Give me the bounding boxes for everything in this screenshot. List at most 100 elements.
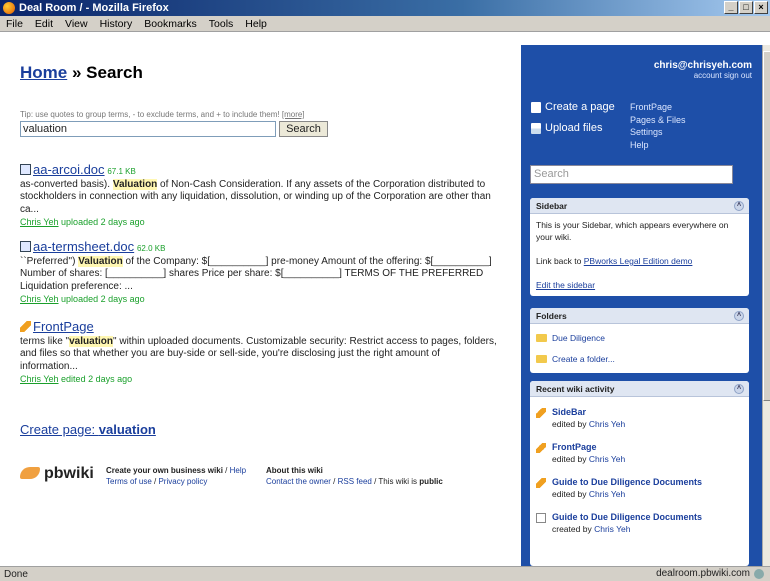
sidebar-actions: Create a page Upload files (531, 101, 615, 143)
edited-page-icon (536, 478, 546, 488)
snippet-highlight: Valuation (112, 178, 158, 190)
contact-owner-link[interactable]: Contact the owner (266, 477, 331, 486)
activity-title-link[interactable]: SideBar (552, 406, 625, 418)
result-snippet: ``Preferred'') Valuation of the Company:… (20, 255, 500, 294)
create-page-button[interactable]: Create a page (531, 101, 615, 113)
menu-view[interactable]: View (65, 18, 88, 30)
minimize-button[interactable]: _ (724, 1, 738, 14)
edited-page-icon (536, 408, 546, 418)
folders-panel: Folders ˄ Due Diligence Create a folder.… (530, 308, 749, 373)
activity-title-link[interactable]: Guide to Due Diligence Documents (552, 511, 702, 523)
nav-pages-files-link[interactable]: Pages & Files (630, 114, 686, 127)
search-result: FrontPage terms like "valuation" within … (20, 319, 500, 386)
search-result: aa-arcoi.doc 67.1 KB as-converted basis)… (20, 162, 500, 229)
result-size: 62.0 KB (136, 244, 166, 253)
snippet-text: terms like " (20, 335, 70, 347)
result-title-link[interactable]: aa-arcoi.doc (33, 162, 105, 177)
window-titlebar: Deal Room / - Mozilla Firefox _ □ × (0, 0, 770, 16)
about-wiki-heading: About this wiki (266, 466, 323, 475)
create-wiki-link[interactable]: Create your own business wiki (106, 466, 223, 475)
sidebar-search-input[interactable]: Search (530, 165, 733, 184)
firefox-icon (3, 2, 15, 14)
terms-link[interactable]: Terms of use (106, 477, 152, 486)
edit-sidebar-link[interactable]: Edit the sidebar (536, 280, 595, 290)
result-author-link[interactable]: Chris Yeh (20, 217, 59, 227)
word-doc-icon (20, 164, 31, 175)
close-button[interactable]: × (754, 1, 768, 14)
nav-settings-link[interactable]: Settings (630, 126, 686, 139)
help-link[interactable]: Help (230, 466, 246, 475)
panel-title: Folders (536, 311, 567, 321)
result-snippet: terms like "valuation" within uploaded d… (20, 335, 500, 374)
pbwiki-leaf-icon (20, 467, 40, 479)
activity-author-link[interactable]: Chris Yeh (589, 454, 625, 464)
maximize-button[interactable]: □ (739, 1, 753, 14)
vertical-scrollbar[interactable] (762, 45, 770, 566)
result-title-link[interactable]: aa-termsheet.doc (33, 239, 134, 254)
sidebar-nav: FrontPage Pages & Files Settings Help (630, 101, 686, 151)
result-author-link[interactable]: Chris Yeh (20, 374, 59, 384)
panel-title: Recent wiki activity (536, 384, 615, 394)
collapse-icon[interactable]: ˄ (734, 201, 744, 211)
sidebar-link-prefix: Link back to (536, 256, 584, 266)
create-folder-link[interactable]: Create a folder... (552, 354, 615, 364)
nav-frontpage-link[interactable]: FrontPage (630, 101, 686, 114)
activity-author-link[interactable]: Chris Yeh (589, 489, 625, 499)
folder-icon (536, 334, 547, 342)
snippet-highlight: Valuation (78, 255, 123, 267)
search-tip-more-link[interactable]: [more] (282, 110, 305, 119)
privacy-link[interactable]: Privacy policy (158, 477, 207, 486)
search-input[interactable]: valuation (20, 121, 276, 137)
menu-help[interactable]: Help (245, 18, 267, 30)
create-page-term: valuation (98, 422, 156, 437)
wiki-visibility-value: public (419, 477, 443, 486)
wiki-page-icon (20, 321, 31, 332)
activity-verb: edited by (552, 454, 587, 464)
account-link[interactable]: account (694, 71, 722, 80)
menu-history[interactable]: History (100, 18, 133, 30)
sign-out-link[interactable]: sign out (724, 71, 752, 80)
breadcrumb-home-link[interactable]: Home (20, 63, 67, 82)
upload-files-button[interactable]: Upload files (531, 122, 615, 134)
edited-page-icon (536, 443, 546, 453)
menu-bookmarks[interactable]: Bookmarks (144, 18, 197, 30)
collapse-icon[interactable]: ˄ (734, 311, 744, 321)
result-title-link[interactable]: FrontPage (33, 319, 94, 334)
page-content: Home » Search Tip: use quotes to group t… (0, 33, 762, 566)
result-author-link[interactable]: Chris Yeh (20, 294, 59, 304)
search-button[interactable]: Search (279, 121, 328, 137)
upload-icon (531, 122, 541, 134)
activity-title-link[interactable]: Guide to Due Diligence Documents (552, 476, 702, 488)
pbwiki-logo[interactable]: pbwiki (20, 465, 94, 481)
search-tip: Tip: use quotes to group terms, - to exc… (20, 110, 305, 119)
menu-edit[interactable]: Edit (35, 18, 53, 30)
create-page-link[interactable]: Create page: valuation (20, 422, 156, 437)
result-action: edited 2 days ago (61, 374, 133, 384)
collapse-icon[interactable]: ˄ (734, 384, 744, 394)
search-form: valuation Search (20, 121, 328, 137)
create-wiki-text: Create your own business wiki (106, 466, 223, 475)
panel-title: Sidebar (536, 201, 568, 211)
panel-header: Recent wiki activity ˄ (530, 381, 749, 397)
rss-feed-link[interactable]: RSS feed (338, 477, 372, 486)
activity-author-link[interactable]: Chris Yeh (594, 524, 630, 534)
menu-tools[interactable]: Tools (209, 18, 234, 30)
scrollbar-thumb[interactable] (763, 51, 770, 401)
nav-help-link[interactable]: Help (630, 139, 686, 152)
connection-icon (754, 568, 764, 579)
status-bar: Done dealroom.pbwiki.com (0, 566, 770, 581)
result-action: uploaded 2 days ago (61, 294, 145, 304)
right-sidebar: chris@chrisyeh.com account sign out Crea… (521, 45, 762, 566)
upload-files-label: Upload files (545, 122, 603, 134)
activity-title-link[interactable]: FrontPage (552, 441, 625, 453)
page-title: Home » Search (20, 63, 143, 83)
create-page-prefix: Create page: (20, 422, 99, 437)
menu-file[interactable]: File (6, 18, 23, 30)
pbworks-demo-link[interactable]: PBworks Legal Edition demo (584, 256, 693, 266)
activity-verb: created by (552, 524, 592, 534)
create-page-label: Create a page (545, 101, 615, 113)
folder-due-diligence[interactable]: Due Diligence (552, 333, 605, 343)
status-text: Done (4, 568, 28, 580)
activity-verb: edited by (552, 489, 587, 499)
activity-author-link[interactable]: Chris Yeh (589, 419, 625, 429)
